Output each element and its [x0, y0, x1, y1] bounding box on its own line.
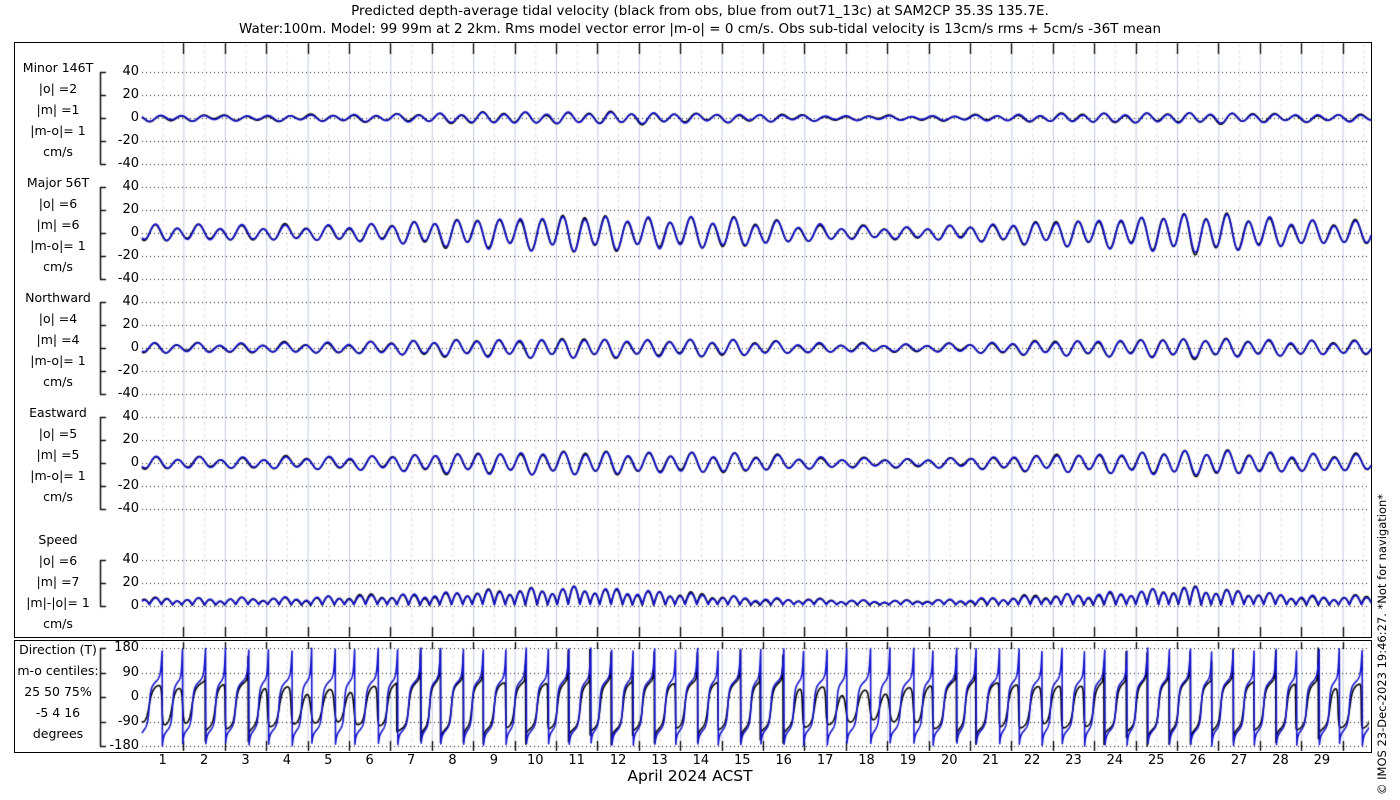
panel-speed-label-line: |m|-|o|= 1: [26, 595, 90, 610]
panel-major-label-line: Major 56T: [26, 175, 90, 190]
xtick-day: 22: [1023, 753, 1041, 768]
xtick-day: 17: [816, 753, 834, 768]
panel-direction-label-line: m-o centiles:: [17, 663, 99, 678]
panel-direction-label-line: -5 4 16: [35, 705, 81, 720]
xtick-day: 19: [899, 753, 917, 768]
xtick-day: 16: [775, 753, 792, 768]
panel-speed-label-line: |o| =6: [38, 553, 78, 568]
panel-direction-label-line: degrees: [32, 726, 84, 741]
ytick-eastward: -20: [117, 478, 139, 493]
ytick-eastward: 40: [122, 409, 139, 424]
panel-eastward-label-line: Eastward: [29, 405, 87, 420]
ytick-direction: -180: [109, 738, 139, 753]
ytick-direction: 90: [122, 664, 139, 680]
panel-minor-label-line: cm/s: [43, 144, 73, 159]
ytick-major: -40: [117, 271, 139, 286]
ytick-major: 20: [122, 202, 139, 217]
tidal-velocity-plot: Predicted depth-average tidal velocity (…: [0, 0, 1400, 800]
panel-minor-label-line: Minor 146T: [22, 60, 94, 75]
xtick-day: 27: [1230, 753, 1248, 768]
ytick-speed: 20: [122, 575, 139, 590]
xtick-day: 24: [1106, 753, 1124, 768]
imos-watermark: © IMOS 23-Dec-2023 19:46:27. *Not for na…: [1375, 493, 1389, 795]
panel-major-label-line: |m| =6: [36, 217, 80, 232]
panel-major-label-line: |m-o|= 1: [30, 238, 86, 253]
xtick-day: 26: [1189, 753, 1206, 768]
ytick-minor: -40: [117, 156, 139, 171]
xtick-day: 9: [489, 753, 499, 768]
ytick-direction: 0: [130, 689, 139, 704]
ytick-minor: 40: [122, 64, 139, 79]
ytick-northward: 40: [122, 294, 139, 309]
panel-minor-label-line: |o| =2: [38, 81, 78, 96]
ytick-major: 0: [130, 225, 139, 240]
xtick-day: 5: [324, 753, 333, 768]
tidal-signals-canvas: [0, 0, 1400, 800]
ytick-major: -20: [117, 248, 139, 263]
panel-northward-label-line: |m| =4: [36, 332, 80, 347]
ytick-northward: -20: [117, 363, 139, 378]
ytick-speed: 0: [130, 598, 139, 613]
panel-northward-label-line: Northward: [25, 290, 91, 305]
ytick-eastward: 20: [122, 432, 139, 447]
panel-major-label-line: |o| =6: [38, 196, 78, 211]
panel-northward-label-line: |o| =4: [38, 311, 78, 326]
xtick-day: 7: [406, 753, 416, 768]
ytick-direction: -90: [117, 713, 139, 729]
xtick-day: 13: [651, 753, 668, 768]
panel-eastward-label-line: |m| =5: [36, 447, 80, 462]
xtick-day: 25: [1148, 753, 1165, 768]
panel-northward-label-line: |m-o|= 1: [30, 353, 86, 368]
panel-eastward-label-line: |o| =5: [38, 426, 78, 441]
xtick-day: 28: [1272, 753, 1289, 768]
xtick-day: 2: [199, 753, 209, 768]
xtick-day: 6: [365, 753, 374, 768]
ytick-minor: 0: [130, 110, 139, 125]
xtick-day: 20: [941, 753, 958, 768]
xtick-day: 18: [858, 753, 875, 768]
xtick-day: 3: [241, 753, 250, 768]
ytick-speed: 40: [122, 552, 139, 567]
xtick-day: 10: [527, 753, 544, 768]
xtick-day: 4: [282, 753, 292, 768]
panel-direction-label-line: 25 50 75%: [24, 684, 92, 699]
ytick-major: 40: [122, 179, 139, 194]
xtick-day: 21: [982, 753, 999, 768]
ytick-northward: 0: [130, 340, 139, 355]
panel-speed-label-line: |m| =7: [36, 574, 80, 589]
ytick-eastward: -40: [117, 501, 139, 516]
panel-major-label-line: cm/s: [43, 259, 73, 274]
ytick-direction: 180: [114, 640, 139, 655]
panel-speed-label-line: cm/s: [43, 616, 73, 631]
xtick-day: 1: [158, 753, 167, 768]
panel-speed-label-line: Speed: [38, 532, 78, 547]
xtick-day: 23: [1065, 753, 1082, 768]
panel-eastward-label-line: |m-o|= 1: [30, 468, 86, 483]
panel-direction-label-line: Direction (T): [19, 642, 97, 657]
xtick-day: 8: [448, 753, 457, 768]
ytick-minor: -20: [117, 133, 139, 148]
ytick-northward: -40: [117, 386, 139, 401]
panel-minor-label-line: |m-o|= 1: [30, 123, 86, 138]
panel-eastward-label-line: cm/s: [43, 489, 73, 504]
ytick-minor: 20: [122, 87, 139, 102]
ytick-northward: 20: [122, 317, 139, 332]
ytick-eastward: 0: [130, 455, 139, 470]
x-axis-title: April 2024 ACST: [627, 767, 753, 785]
panel-minor-label-line: |m| =1: [36, 102, 80, 117]
xtick-day: 11: [568, 753, 585, 768]
xtick-day: 12: [609, 753, 627, 768]
xtick-day: 14: [692, 753, 710, 768]
xtick-day: 29: [1313, 753, 1331, 768]
panel-northward-label-line: cm/s: [43, 374, 73, 389]
xtick-day: 15: [734, 753, 751, 768]
